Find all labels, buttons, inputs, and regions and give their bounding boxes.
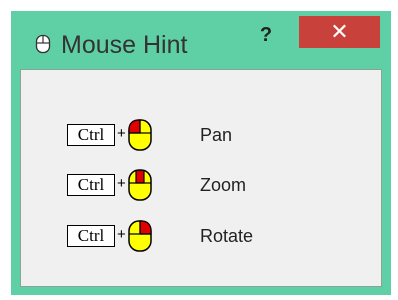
hint-row-zoom: Ctrl + Zoom (67, 169, 297, 201)
ctrl-key: Ctrl (67, 225, 115, 247)
plus-sign: + (117, 125, 126, 142)
plus-sign: + (117, 175, 126, 192)
hint-action-label: Zoom (200, 175, 247, 195)
mouse-icon (35, 34, 51, 54)
mouse-hint-window: Mouse Hint ? ✕ Ctrl + Pan Ctrl + Zoom Ct… (11, 11, 391, 295)
left-mouse-button-icon (128, 119, 152, 151)
window-title: Mouse Hint (61, 31, 188, 59)
hint-row-rotate: Ctrl + Rotate (67, 220, 307, 252)
hint-row-pan: Ctrl + Pan (67, 119, 297, 151)
right-mouse-button-icon (128, 220, 152, 252)
ctrl-key: Ctrl (67, 124, 115, 146)
ctrl-key: Ctrl (67, 174, 115, 196)
hint-action-label: Pan (200, 125, 233, 145)
close-icon: ✕ (330, 19, 349, 44)
hint-action-label: Rotate (200, 226, 254, 246)
help-button[interactable]: ? (254, 23, 278, 47)
middle-mouse-button-icon (128, 169, 152, 201)
plus-sign: + (117, 226, 126, 243)
hint-panel: Ctrl + Pan Ctrl + Zoom Ctrl + Rotate (20, 69, 382, 287)
title-bar[interactable]: Mouse Hint ? ✕ (11, 11, 391, 69)
close-button[interactable]: ✕ (299, 16, 380, 48)
